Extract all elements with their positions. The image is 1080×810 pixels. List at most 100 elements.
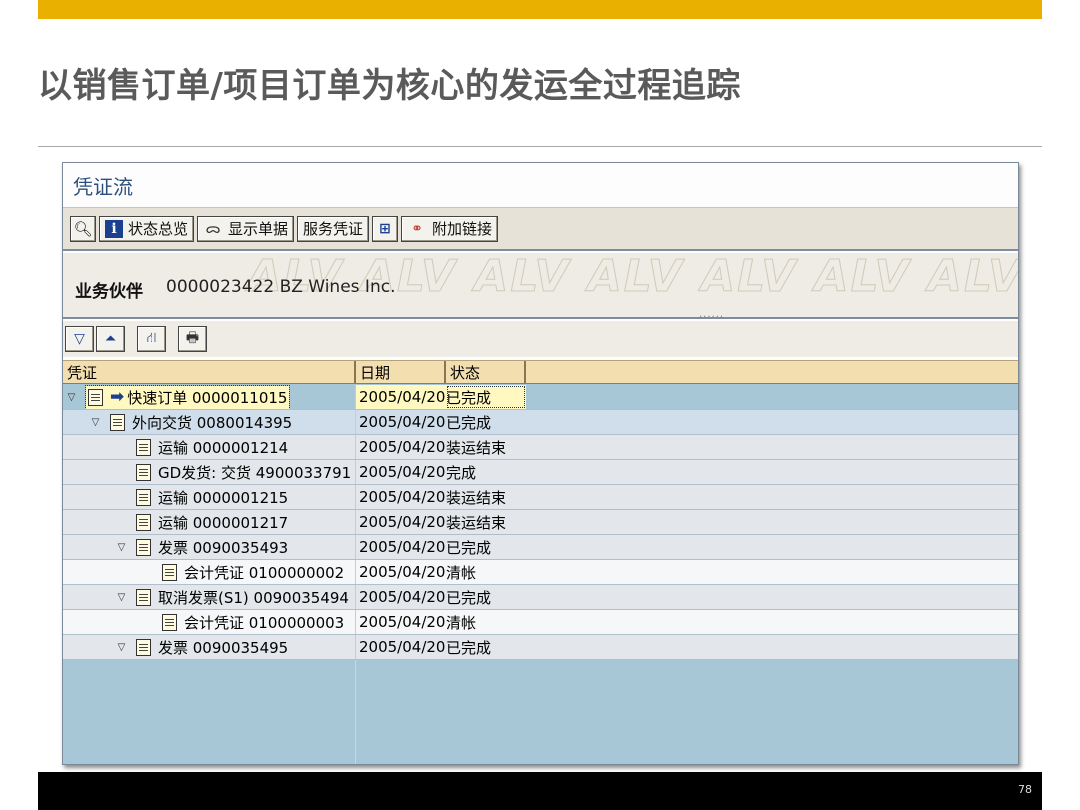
date-cell: 2005/04/20: [359, 438, 446, 456]
document-label[interactable]: 快速订单 0000011015: [127, 387, 287, 408]
date-cell: 2005/04/20: [359, 538, 446, 556]
status-cell: 已完成: [446, 538, 492, 557]
slide-footer: 78: [38, 772, 1042, 810]
column-header-date[interactable]: 日期: [356, 361, 446, 383]
column-header-status[interactable]: 状态: [446, 361, 526, 383]
display-document-label: 显示单据: [228, 220, 289, 238]
status-cell: 装运结束: [446, 438, 507, 457]
column-header-document[interactable]: 凭证: [63, 361, 356, 383]
date-cell: 2005/04/20: [359, 588, 446, 606]
hierarchy-button[interactable]: ⊞: [372, 215, 399, 242]
date-cell: 2005/04/20: [359, 513, 446, 531]
table-row[interactable]: ▽ ➡ 快速订单 0000011015 2005/04/20 已完成: [63, 385, 1018, 410]
table-row[interactable]: ▽ 取消发票(S1) 0090035494 2005/04/20 已完成: [63, 585, 1018, 610]
document-icon: [136, 488, 151, 506]
table-row[interactable]: 运输 0000001215 2005/04/20 装运结束: [63, 485, 1018, 510]
table-row[interactable]: 运输 0000001214 2005/04/20 装运结束: [63, 435, 1018, 460]
status-cell: 已完成: [446, 385, 526, 409]
link-icon: ⚭: [411, 220, 423, 237]
status-overview-button[interactable]: i 状态总览: [99, 215, 195, 242]
leaf-spacer: [141, 616, 154, 629]
find-button[interactable]: ⛙: [137, 326, 166, 352]
tree-icon: ⊞: [379, 220, 391, 237]
collapse-node-icon[interactable]: ▽: [65, 391, 78, 404]
collapse-node-icon[interactable]: ▽: [115, 541, 128, 554]
leaf-spacer: [115, 466, 128, 479]
column-header-filler: [526, 361, 1018, 383]
date-cell: 2005/04/20: [359, 613, 446, 631]
leaf-spacer: [115, 516, 128, 529]
date-cell: 2005/04/20: [359, 638, 446, 656]
print-button[interactable]: 🖶︎: [178, 326, 207, 352]
table-row[interactable]: ▽ 发票 0090035495 2005/04/20 已完成: [63, 635, 1018, 660]
document-icon: [136, 538, 151, 556]
partner-header: ALV ALV ALV ALV ALV ALV ALV 业务伙伴 0000023…: [63, 253, 1018, 319]
display-document-list-button[interactable]: ᯅ 显示单据: [197, 215, 295, 242]
document-label[interactable]: 会计凭证 0100000003: [184, 612, 344, 633]
table-row[interactable]: 会计凭证 0100000002 2005/04/20 清帐: [63, 560, 1018, 585]
current-document-arrow-icon: ➡: [110, 387, 125, 407]
table-row[interactable]: 会计凭证 0100000003 2005/04/20 清帐: [63, 610, 1018, 635]
status-cell: 已完成: [446, 638, 492, 657]
status-cell: 已完成: [446, 588, 492, 607]
status-cell: 清帐: [446, 613, 477, 632]
title-divider: [38, 146, 1042, 147]
status-cell: 装运结束: [446, 513, 507, 532]
document-label[interactable]: 取消发票(S1) 0090035494: [158, 587, 349, 608]
table-row[interactable]: GD发货: 交货 4900033791 2005/04/20 完成: [63, 460, 1018, 485]
document-label[interactable]: 会计凭证 0100000002: [184, 562, 344, 583]
partner-value: 0000023422 BZ Wines Inc.: [166, 277, 396, 297]
table-row[interactable]: ▽ 发票 0090035493 2005/04/20 已完成: [63, 535, 1018, 560]
additional-links-button[interactable]: ⚭ 附加链接: [401, 215, 499, 242]
document-label[interactable]: GD发货: 交货 4900033791: [158, 462, 351, 483]
document-icon: [136, 588, 151, 606]
document-icon: [136, 513, 151, 531]
table-row[interactable]: ▽ 外向交货 0080014395 2005/04/20 已完成: [63, 410, 1018, 435]
date-cell: 2005/04/20: [356, 385, 446, 409]
document-label[interactable]: 外向交货 0080014395: [132, 412, 292, 433]
page-number: 78: [1018, 783, 1032, 796]
document-icon: [136, 438, 151, 456]
binoculars-icon: ⛙: [146, 330, 157, 346]
info-icon: i: [105, 219, 123, 238]
collapse-all-button[interactable]: ⏶: [96, 326, 125, 352]
status-overview-label: 状态总览: [128, 220, 189, 238]
printer-icon: 🖶︎: [185, 330, 200, 346]
display-document-button[interactable]: 🔍︎: [70, 215, 96, 242]
service-document-button[interactable]: 服务凭证: [297, 215, 370, 242]
document-flow-grid: 凭证 日期 状态 ▽ ➡ 快速订单 0000011015 2005/04/20 已完成 ▽…: [63, 360, 1018, 764]
document-icon: [88, 388, 103, 406]
status-cell: 清帐: [446, 563, 477, 582]
additional-links-label: 附加链接: [432, 220, 493, 238]
date-cell: 2005/04/20: [359, 413, 446, 431]
application-toolbar: 🔍︎ i 状态总览 ᯅ 显示单据 服务凭证 ⊞ ⚭ 附加链接: [63, 207, 1018, 251]
date-cell: 2005/04/20: [359, 463, 446, 481]
document-label[interactable]: 运输 0000001214: [158, 437, 288, 458]
magnifier-icon: 🔍︎: [73, 219, 93, 238]
splitter-handle[interactable]: ......: [699, 309, 724, 317]
document-label[interactable]: 发票 0090035493: [158, 537, 288, 558]
document-label[interactable]: 发票 0090035495: [158, 637, 288, 658]
leaf-spacer: [115, 441, 128, 454]
document-flow-window: 凭证流 🔍︎ i 状态总览 ᯅ 显示单据 服务凭证 ⊞ ⚭ 附加链接 ALV A…: [62, 162, 1019, 765]
table-row[interactable]: 运输 0000001217 2005/04/20 装运结束: [63, 510, 1018, 535]
document-icon: [136, 463, 151, 481]
date-cell: 2005/04/20: [359, 563, 446, 581]
document-label[interactable]: 运输 0000001215: [158, 487, 288, 508]
collapse-node-icon[interactable]: ▽: [115, 591, 128, 604]
glasses-icon: ᯅ: [205, 221, 221, 237]
collapse-icon: ⏶: [104, 331, 117, 347]
date-cell: 2005/04/20: [359, 488, 446, 506]
window-title: 凭证流: [63, 163, 1018, 207]
grid-rows: ▽ ➡ 快速订单 0000011015 2005/04/20 已完成 ▽ 外向交货 0080…: [63, 385, 1018, 685]
collapse-node-icon[interactable]: ▽: [89, 416, 102, 429]
expand-all-button[interactable]: ▽: [65, 326, 94, 352]
slide-title: 以销售订单/项目订单为核心的发运全过程追踪: [38, 66, 741, 106]
document-icon: [136, 638, 151, 656]
leaf-spacer: [115, 491, 128, 504]
status-cell: 完成: [446, 463, 477, 482]
partner-label: 业务伙伴: [75, 282, 143, 302]
collapse-node-icon[interactable]: ▽: [115, 641, 128, 654]
document-label[interactable]: 运输 0000001217: [158, 512, 288, 533]
document-icon: [110, 413, 125, 431]
